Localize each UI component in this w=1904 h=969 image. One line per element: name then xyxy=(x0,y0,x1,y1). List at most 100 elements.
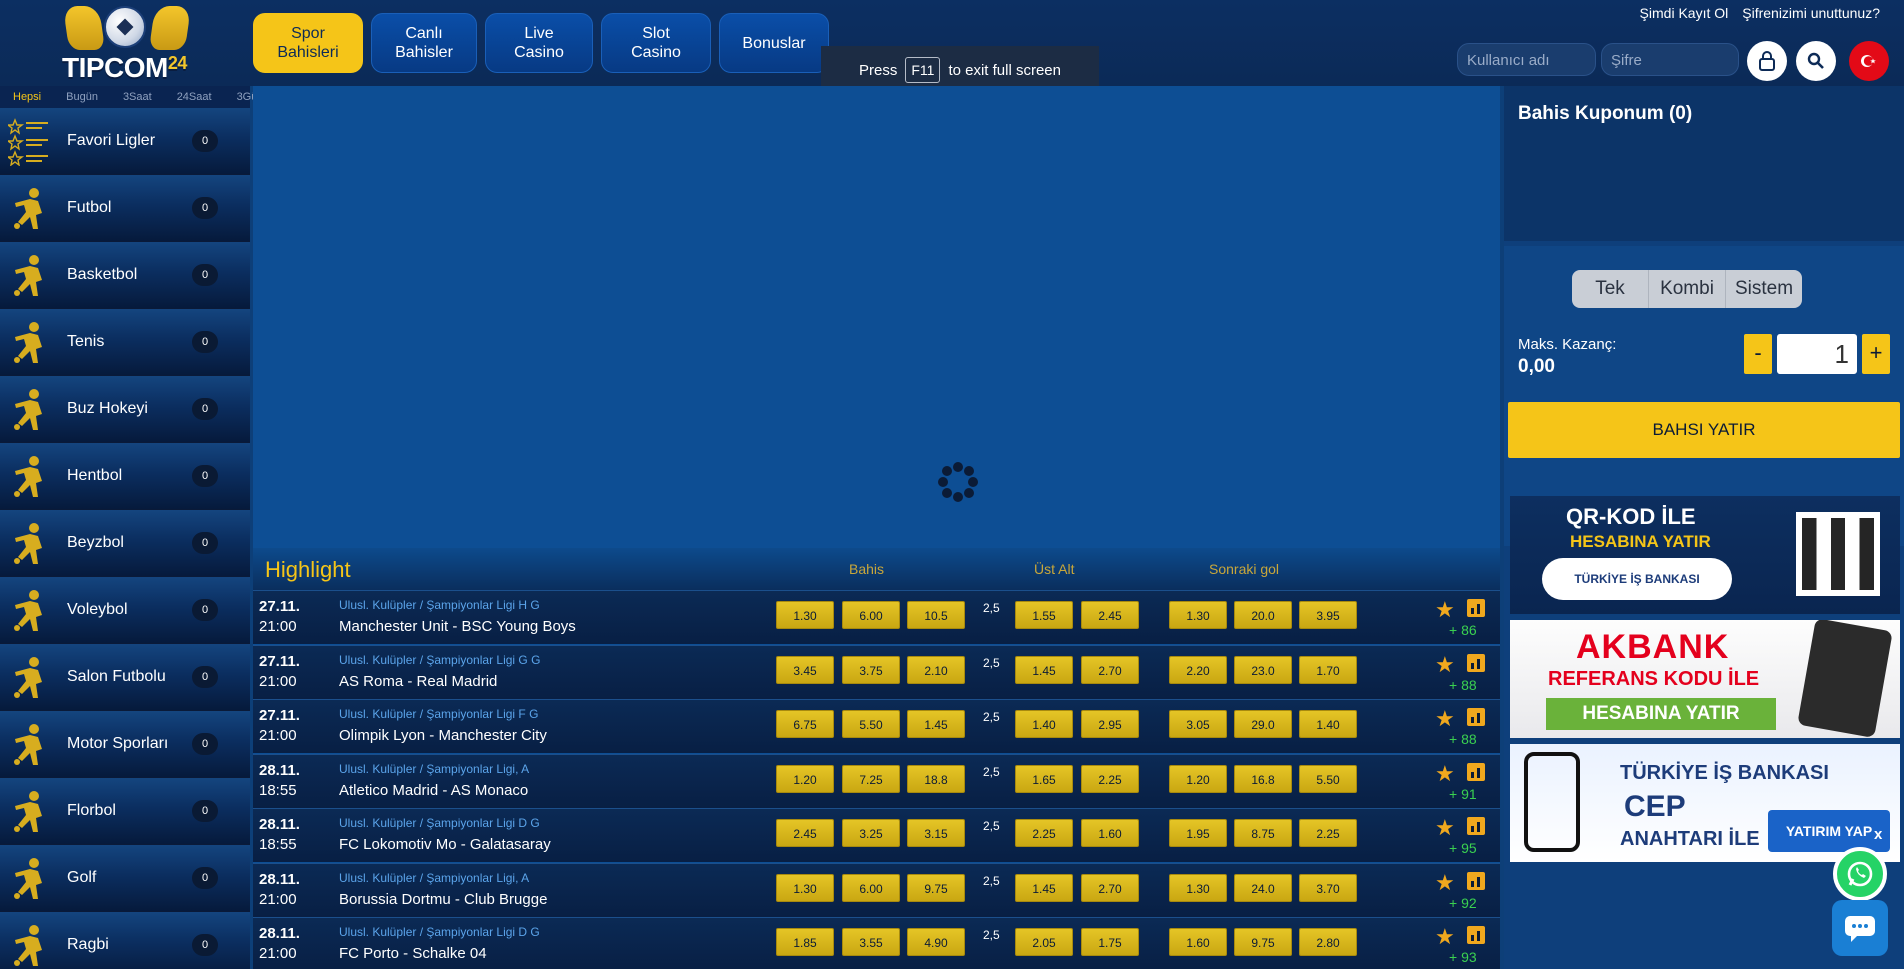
filter-3[interactable]: 24Saat xyxy=(164,91,224,103)
filter-0[interactable]: Hepsi xyxy=(0,91,53,103)
statistics-icon[interactable] xyxy=(1467,926,1485,944)
statistics-icon[interactable] xyxy=(1467,708,1485,726)
odds-sonraki-gol-1[interactable]: 29.0 xyxy=(1234,710,1292,738)
odds-bahis-1[interactable]: 6.00 xyxy=(842,873,900,902)
odds-sonraki-gol-2[interactable]: 5.50 xyxy=(1299,764,1357,793)
isbank-banner[interactable]: TÜRKİYE İŞ BANKASI CEP ANAHTARI İLE YATI… xyxy=(1510,744,1900,862)
username-input[interactable]: Kullanıcı adı xyxy=(1457,43,1596,76)
tab-sistem[interactable]: Sistem xyxy=(1726,270,1802,308)
odds-bahis-0[interactable]: 1.20 xyxy=(776,764,834,793)
sidebar-item-9[interactable]: Motor Sporları 0 xyxy=(0,711,250,778)
odds-bahis-1[interactable]: 6.00 xyxy=(842,601,900,629)
odds-ust-alt-1[interactable]: 2.95 xyxy=(1081,710,1139,738)
more-bets-link[interactable]: + 92 xyxy=(1449,895,1477,911)
favorite-star-icon[interactable]: ★ xyxy=(1435,761,1455,787)
register-link[interactable]: Şimdi Kayıt Ol xyxy=(1640,5,1729,21)
odds-bahis-2[interactable]: 18.8 xyxy=(907,764,965,793)
banner-close-button[interactable]: x xyxy=(1874,826,1882,843)
odds-ust-alt-0[interactable]: 2.25 xyxy=(1015,819,1073,847)
tab-tek[interactable]: Tek xyxy=(1572,270,1649,308)
odds-sonraki-gol-0[interactable]: 2.20 xyxy=(1169,655,1227,684)
odds-sonraki-gol-2[interactable]: 1.40 xyxy=(1299,710,1357,738)
nav-item-3[interactable]: Slot Casino xyxy=(601,13,711,73)
favorite-star-icon[interactable]: ★ xyxy=(1435,652,1455,678)
sidebar-item-7[interactable]: Voleybol 0 xyxy=(0,577,250,644)
akbank-banner[interactable]: AKBANK REFERANS KODU İLE HESABINA YATIR xyxy=(1510,620,1900,738)
nav-item-0[interactable]: Spor Bahisleri xyxy=(253,13,363,73)
odds-bahis-2[interactable]: 4.90 xyxy=(907,928,965,956)
odds-ust-alt-1[interactable]: 2.45 xyxy=(1081,601,1139,629)
more-bets-link[interactable]: + 86 xyxy=(1449,622,1477,638)
stake-increase-button[interactable]: + xyxy=(1862,334,1890,374)
sidebar-item-6[interactable]: Beyzbol 0 xyxy=(0,510,250,577)
odds-ust-alt-0[interactable]: 1.45 xyxy=(1015,655,1073,684)
odds-sonraki-gol-2[interactable]: 1.70 xyxy=(1299,655,1357,684)
odds-ust-alt-1[interactable]: 2.70 xyxy=(1081,873,1139,902)
odds-sonraki-gol-1[interactable]: 24.0 xyxy=(1234,873,1292,902)
nav-item-4[interactable]: Bonuslar xyxy=(719,13,829,73)
sidebar-item-4[interactable]: Buz Hokeyi 0 xyxy=(0,376,250,443)
match-teams[interactable]: Atletico Madrid - AS Monaco xyxy=(339,782,528,799)
odds-sonraki-gol-0[interactable]: 1.60 xyxy=(1169,928,1227,956)
place-bet-button[interactable]: BAHSI YATIR xyxy=(1508,402,1900,458)
odds-ust-alt-0[interactable]: 1.55 xyxy=(1015,601,1073,629)
odds-sonraki-gol-0[interactable]: 3.05 xyxy=(1169,710,1227,738)
odds-sonraki-gol-1[interactable]: 9.75 xyxy=(1234,928,1292,956)
odds-bahis-2[interactable]: 10.5 xyxy=(907,601,965,629)
odds-bahis-2[interactable]: 1.45 xyxy=(907,710,965,738)
odds-sonraki-gol-1[interactable]: 23.0 xyxy=(1234,655,1292,684)
odds-sonraki-gol-1[interactable]: 16.8 xyxy=(1234,764,1292,793)
statistics-icon[interactable] xyxy=(1467,599,1485,617)
tab-kombi[interactable]: Kombi xyxy=(1649,270,1726,308)
sidebar-item-3[interactable]: Tenis 0 xyxy=(0,309,250,376)
odds-ust-alt-0[interactable]: 1.40 xyxy=(1015,710,1073,738)
odds-sonraki-gol-2[interactable]: 2.25 xyxy=(1299,819,1357,847)
odds-bahis-0[interactable]: 2.45 xyxy=(776,819,834,847)
forgot-password-link[interactable]: Şifrenizimi unuttunuz? xyxy=(1742,5,1880,21)
statistics-icon[interactable] xyxy=(1467,817,1485,835)
sidebar-item-1[interactable]: Futbol 0 xyxy=(0,175,250,242)
match-teams[interactable]: Borussia Dortmu - Club Brugge xyxy=(339,891,547,908)
odds-sonraki-gol-0[interactable]: 1.95 xyxy=(1169,819,1227,847)
sidebar-item-8[interactable]: Salon Futbolu 0 xyxy=(0,644,250,711)
favorite-star-icon[interactable]: ★ xyxy=(1435,706,1455,732)
odds-ust-alt-1[interactable]: 2.25 xyxy=(1081,764,1139,793)
sidebar-item-0[interactable]: Favori Ligler 0 xyxy=(0,108,250,175)
odds-bahis-2[interactable]: 2.10 xyxy=(907,655,965,684)
odds-bahis-2[interactable]: 9.75 xyxy=(907,873,965,902)
more-bets-link[interactable]: + 91 xyxy=(1449,786,1477,802)
stake-input[interactable]: 1 xyxy=(1777,334,1857,374)
odds-bahis-1[interactable]: 3.25 xyxy=(842,819,900,847)
favorite-star-icon[interactable]: ★ xyxy=(1435,870,1455,896)
filter-1[interactable]: Bugün xyxy=(53,91,110,103)
odds-bahis-0[interactable]: 3.45 xyxy=(776,655,834,684)
more-bets-link[interactable]: + 93 xyxy=(1449,949,1477,965)
odds-sonraki-gol-1[interactable]: 8.75 xyxy=(1234,819,1292,847)
odds-sonraki-gol-2[interactable]: 3.95 xyxy=(1299,601,1357,629)
odds-sonraki-gol-0[interactable]: 1.30 xyxy=(1169,873,1227,902)
stake-decrease-button[interactable]: - xyxy=(1744,334,1772,374)
sidebar-item-12[interactable]: Ragbi 0 xyxy=(0,912,250,969)
brand-logo[interactable]: TIPCOM24 xyxy=(58,2,198,84)
odds-bahis-0[interactable]: 6.75 xyxy=(776,710,834,738)
odds-sonraki-gol-2[interactable]: 3.70 xyxy=(1299,873,1357,902)
language-button[interactable] xyxy=(1849,41,1889,81)
password-input[interactable]: Şifre xyxy=(1601,43,1739,76)
odds-bahis-0[interactable]: 1.30 xyxy=(776,873,834,902)
odds-bahis-2[interactable]: 3.15 xyxy=(907,819,965,847)
odds-bahis-1[interactable]: 7.25 xyxy=(842,764,900,793)
filter-2[interactable]: 3Saat xyxy=(110,91,164,103)
match-teams[interactable]: FC Lokomotiv Mo - Galatasaray xyxy=(339,836,551,853)
login-button[interactable] xyxy=(1747,41,1787,81)
odds-sonraki-gol-0[interactable]: 1.20 xyxy=(1169,764,1227,793)
odds-ust-alt-1[interactable]: 2.70 xyxy=(1081,655,1139,684)
odds-sonraki-gol-1[interactable]: 20.0 xyxy=(1234,601,1292,629)
odds-ust-alt-1[interactable]: 1.60 xyxy=(1081,819,1139,847)
statistics-icon[interactable] xyxy=(1467,653,1485,672)
match-teams[interactable]: Manchester Unit - BSC Young Boys xyxy=(339,618,576,635)
favorite-star-icon[interactable]: ★ xyxy=(1435,597,1455,623)
odds-bahis-1[interactable]: 3.75 xyxy=(842,655,900,684)
match-teams[interactable]: AS Roma - Real Madrid xyxy=(339,673,497,690)
search-button[interactable] xyxy=(1796,41,1836,81)
odds-bahis-1[interactable]: 3.55 xyxy=(842,928,900,956)
